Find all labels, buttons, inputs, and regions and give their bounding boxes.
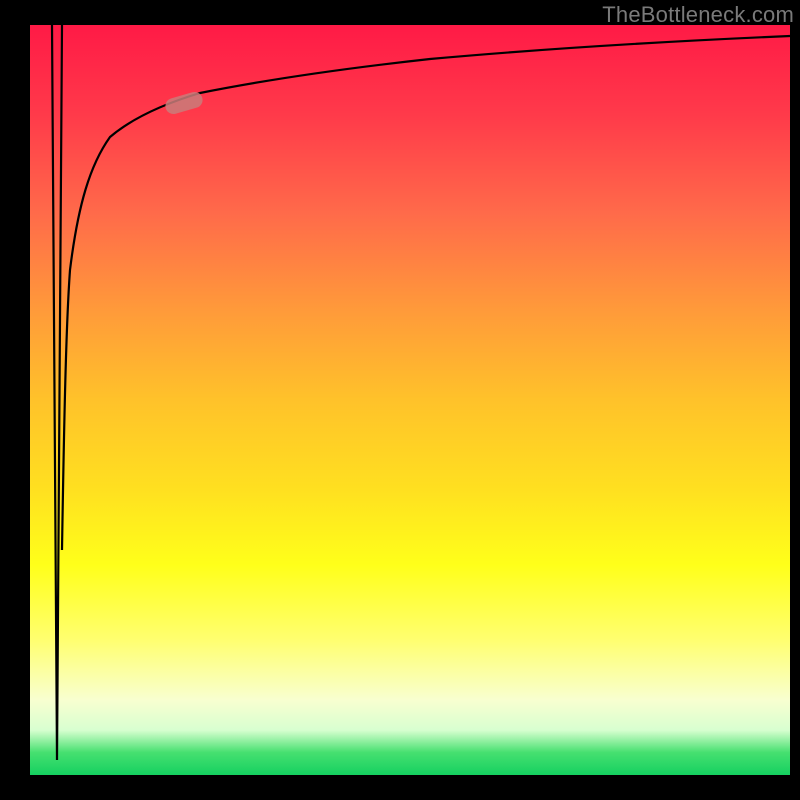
watermark-text: TheBottleneck.com xyxy=(602,2,794,28)
spike-path xyxy=(52,25,62,760)
plot-area xyxy=(30,25,790,775)
curve-layer xyxy=(30,25,790,775)
curve-marker xyxy=(164,90,205,116)
chart-frame: TheBottleneck.com xyxy=(0,0,800,800)
marker-pill xyxy=(164,90,205,116)
